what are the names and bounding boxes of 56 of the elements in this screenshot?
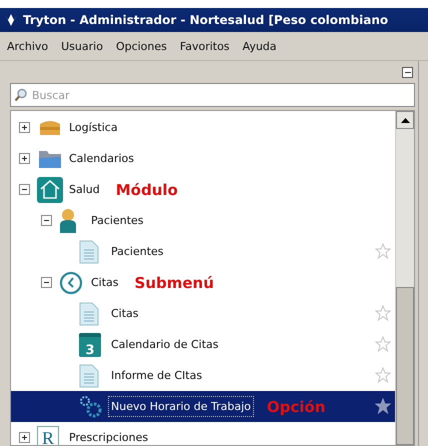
tree-item[interactable]: Logística bbox=[11, 112, 395, 143]
tree-item[interactable]: Pacientes bbox=[11, 205, 395, 236]
item-label: Pacientes bbox=[90, 213, 145, 229]
menu-item[interactable]: Usuario bbox=[61, 40, 103, 52]
tree-item[interactable]: R Prescripciones bbox=[11, 422, 395, 446]
item-label: Nuevo Horario de Trabajo bbox=[109, 397, 253, 416]
item-label: Calendarios bbox=[68, 151, 135, 167]
document-icon bbox=[79, 364, 99, 388]
search-field[interactable]: Buscar bbox=[10, 83, 415, 107]
document-icon bbox=[79, 302, 99, 326]
star-icon[interactable] bbox=[375, 305, 391, 321]
item-label: Citas bbox=[110, 306, 140, 322]
tree-item[interactable]: Salud Módulo bbox=[11, 174, 395, 205]
collapse-button[interactable] bbox=[402, 66, 413, 78]
menu-item[interactable]: Archivo bbox=[7, 40, 48, 52]
menu-item[interactable]: Favoritos bbox=[180, 40, 230, 52]
arrow-up-icon bbox=[400, 118, 410, 122]
star-icon[interactable] bbox=[375, 243, 391, 259]
window-title: Tryton - Administrador - Nortesalud [Peso colombiano bbox=[23, 13, 388, 27]
clock-icon bbox=[59, 270, 83, 294]
expand-icon[interactable] bbox=[19, 432, 30, 443]
house-icon bbox=[37, 176, 63, 202]
annotation-label: Opción bbox=[266, 398, 326, 416]
tree-item[interactable]: 3 Calendario de Citas bbox=[11, 329, 395, 360]
person-icon bbox=[59, 208, 77, 234]
annotation-label: Submenú bbox=[134, 274, 214, 292]
collapse-icon[interactable] bbox=[19, 184, 30, 195]
gears-icon bbox=[79, 394, 103, 418]
expand-icon[interactable] bbox=[19, 122, 30, 133]
item-label: Logística bbox=[68, 120, 119, 136]
tree-item[interactable]: Informe de CItas bbox=[11, 360, 395, 391]
collapse-icon[interactable] bbox=[41, 215, 52, 226]
star-icon[interactable] bbox=[375, 336, 391, 352]
expand-icon[interactable] bbox=[19, 153, 30, 164]
tree-item[interactable]: Citas Submenú bbox=[11, 267, 395, 298]
menu-item[interactable]: Opciones bbox=[116, 40, 167, 52]
scroll-up-button[interactable] bbox=[396, 111, 414, 129]
star-icon[interactable] bbox=[375, 367, 391, 383]
item-label: Pacientes bbox=[110, 244, 165, 260]
tree-item[interactable]: Citas bbox=[11, 298, 395, 329]
item-label: Calendario de Citas bbox=[110, 337, 220, 353]
tree-item[interactable]: Nuevo Horario de Trabajo Opción bbox=[11, 391, 395, 422]
collapse-icon[interactable] bbox=[41, 277, 52, 288]
annotation-label: Módulo bbox=[116, 180, 178, 198]
tree-item[interactable]: Calendarios bbox=[11, 143, 395, 174]
tree-item[interactable]: Pacientes bbox=[11, 236, 395, 267]
star-icon[interactable] bbox=[375, 398, 391, 414]
item-label: Citas bbox=[90, 275, 120, 291]
item-label: Informe de CItas bbox=[110, 368, 204, 384]
menu-item[interactable]: Ayuda bbox=[242, 40, 277, 52]
prescription-icon: R bbox=[37, 426, 59, 446]
calendar-icon: 3 bbox=[79, 332, 101, 356]
item-label: Prescripciones bbox=[68, 430, 150, 446]
scrollbar[interactable] bbox=[395, 111, 414, 445]
item-label: Salud bbox=[68, 182, 101, 198]
document-icon bbox=[79, 240, 99, 264]
